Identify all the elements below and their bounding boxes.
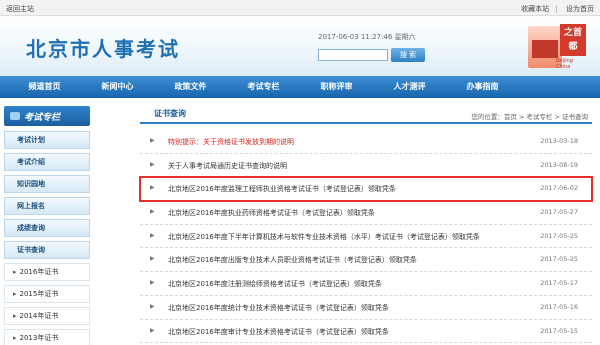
nav-item-title-review[interactable]: 职称评审: [300, 76, 373, 98]
sidebar-item-exam-intro[interactable]: 考试介绍: [4, 153, 90, 171]
list-item-title[interactable]: 北京地区2016年度下半年计算机技术与软件专业技术资格（水平）考试证书（考试登记…: [168, 232, 480, 242]
list-item-title[interactable]: 北京地区2016年度出版专业技术人员职业资格考试证书（考试登记表）领取凭条: [168, 255, 417, 265]
list-item-date: 2017-06-02: [540, 184, 578, 193]
sidebar-item-exam-plan[interactable]: 考试计划: [4, 131, 90, 149]
sidebar-title: 考试专栏: [4, 106, 90, 126]
list-item-date: 2017-05-17: [540, 279, 578, 288]
sidebar-subitem-2013[interactable]: 2013年证书: [4, 329, 90, 345]
bullet-arrow-icon: ▶: [150, 137, 155, 144]
list-item-date: 2013-03-18: [540, 137, 578, 145]
set-home-link[interactable]: 设为首页: [566, 5, 594, 13]
return-main-site-link[interactable]: 返回主站: [6, 4, 34, 14]
tiananmen-emblem: 之首 都 Beijing China: [528, 22, 588, 70]
list-item-title[interactable]: 特别提示：关于资格证书发放到期的说明: [168, 137, 294, 147]
sidebar-subitem-2014[interactable]: 2014年证书: [4, 307, 90, 325]
sidebar-item-score-query[interactable]: 成绩查询: [4, 219, 90, 237]
list-item[interactable]: ▶ 北京地区2016年度出版专业技术人员职业资格考试证书（考试登记表）领取凭条 …: [140, 248, 592, 273]
list-item-date: 2017-05-27: [540, 208, 578, 217]
list-item-title[interactable]: 北京地区2016年度执业药师资格考试证书（考试登记表）领取凭条: [168, 208, 375, 218]
list-item-date: 2017-05-16: [540, 302, 578, 311]
list-item-date: 2013-08-19: [540, 160, 578, 169]
breadcrumb: 您的位置：首页 > 考试专栏 > 证书查询: [471, 113, 588, 121]
sidebar-subitem-2016[interactable]: 2016年证书: [4, 263, 90, 281]
sidebar-subitem-2015[interactable]: 2015年证书: [4, 285, 90, 303]
tab-certificate-query[interactable]: 证书查询: [154, 108, 186, 119]
list-item-title[interactable]: 北京地区2016年度注册测绘师资格考试证书（考试登记表）领取凭条: [168, 279, 382, 289]
header-banner: 北京市人事考试 2017-06-03 11:27:46 星期六 搜 索 之首 都…: [0, 16, 600, 76]
nav-item-policy[interactable]: 政策文件: [154, 76, 227, 98]
list-item-title[interactable]: 北京地区2016年度审计专业技术资格考试证书（考试登记表）领取凭条: [168, 327, 389, 337]
bullet-arrow-icon: ▶: [150, 184, 155, 192]
bullet-arrow-icon: ▶: [150, 255, 155, 263]
list-item-date: 2017-05-15: [540, 326, 578, 335]
list-item-title[interactable]: 北京地区2016年度监理工程师执业资格考试证书（考试登记表）领取凭条: [168, 184, 396, 194]
site-logo[interactable]: 北京市人事考试: [26, 33, 180, 62]
bullet-arrow-icon: ▶: [150, 208, 155, 216]
bullet-arrow-icon: ▶: [150, 231, 155, 239]
bullet-arrow-icon: ▶: [150, 302, 155, 310]
list-item-date: 2017-05-25: [540, 255, 578, 264]
bullet-arrow-icon: ▶: [150, 279, 155, 287]
nav-item-news[interactable]: 新闻中心: [81, 76, 154, 98]
capital-seal: 之首 都: [560, 24, 586, 56]
list-item[interactable]: ▶ 北京地区2016年度审计专业技术资格考试证书（考试登记表）领取凭条 2017…: [140, 320, 592, 344]
list-item-date: 2017-05-25: [540, 231, 578, 240]
sidebar: 考试专栏 考试计划 考试介绍 知识园地 网上报名 成绩查询 证书查询 2016年…: [4, 106, 90, 345]
content-tabbar: 证书查询 您的位置：首页 > 考试专栏 > 证书查询: [140, 106, 592, 124]
sidebar-item-certificate-query[interactable]: 证书查询: [4, 241, 90, 259]
sidebar-item-online-register[interactable]: 网上报名: [4, 197, 90, 215]
list-item-highlighted[interactable]: ▶ 北京地区2016年度监理工程师执业资格考试证书（考试登记表）领取凭条 201…: [139, 176, 593, 203]
main-nav: 频道首页 新闻中心 政策文件 考试专栏 职称评审 人才测评 办事指南: [0, 76, 600, 98]
list-item[interactable]: ▶ 北京地区2016年度执业药师资格考试证书（考试登记表）领取凭条 2017-0…: [140, 201, 592, 225]
list-item[interactable]: ▶ 北京地区2016年度注册测绘师资格考试证书（考试登记表）领取凭条 2017-…: [140, 272, 592, 296]
nav-item-home[interactable]: 频道首页: [8, 76, 81, 98]
list-item[interactable]: ▶ 关于人事考试局通历史证书查询的说明 2013-08-19: [140, 154, 592, 178]
search-button[interactable]: 搜 索: [391, 48, 425, 62]
nav-item-guide[interactable]: 办事指南: [446, 76, 519, 98]
bookmark-link[interactable]: 收藏本站: [521, 5, 549, 13]
sidebar-item-knowledge[interactable]: 知识园地: [4, 175, 90, 193]
bullet-arrow-icon: ▶: [150, 326, 155, 334]
list-item-title[interactable]: 北京地区2016年度统计专业技术资格考试证书（考试登记表）领取凭条: [168, 303, 389, 313]
top-bar-right: 收藏本站 | 设为首页: [517, 4, 594, 14]
sidebar-menu: 考试计划 考试介绍 知识园地 网上报名 成绩查询 证书查询 2016年证书 20…: [4, 131, 90, 345]
emblem-subtitle: Beijing China: [556, 58, 574, 70]
current-datetime: 2017-06-03 11:27:46 星期六: [318, 33, 416, 41]
list-item[interactable]: ▶ 北京地区2016年度统计专业技术资格考试证书（考试登记表）领取凭条 2017…: [140, 296, 592, 320]
list-item-title[interactable]: 关于人事考试局通历史证书查询的说明: [168, 161, 287, 171]
list-item[interactable]: ▶ 北京地区2016年度下半年计算机技术与软件专业技术资格（水平）考试证书（考试…: [140, 225, 592, 249]
list-item[interactable]: ▶ 特别提示：关于资格证书发放到期的说明 2013-03-18: [140, 130, 592, 154]
top-bar: 返回主站 收藏本站 | 设为首页: [0, 0, 600, 16]
main-content: 证书查询 您的位置：首页 > 考试专栏 > 证书查询 ▶ 特别提示：关于资格证书…: [139, 106, 593, 345]
nav-item-assessment[interactable]: 人才测评: [373, 76, 446, 98]
search-input[interactable]: [318, 49, 388, 61]
nav-item-exam[interactable]: 考试专栏: [227, 76, 300, 98]
top-bar-separator: |: [555, 5, 558, 13]
bullet-arrow-icon: ▶: [150, 160, 155, 168]
notice-list: ▶ 特别提示：关于资格证书发放到期的说明 2013-03-18 ▶ 关于人事考试…: [139, 130, 593, 344]
